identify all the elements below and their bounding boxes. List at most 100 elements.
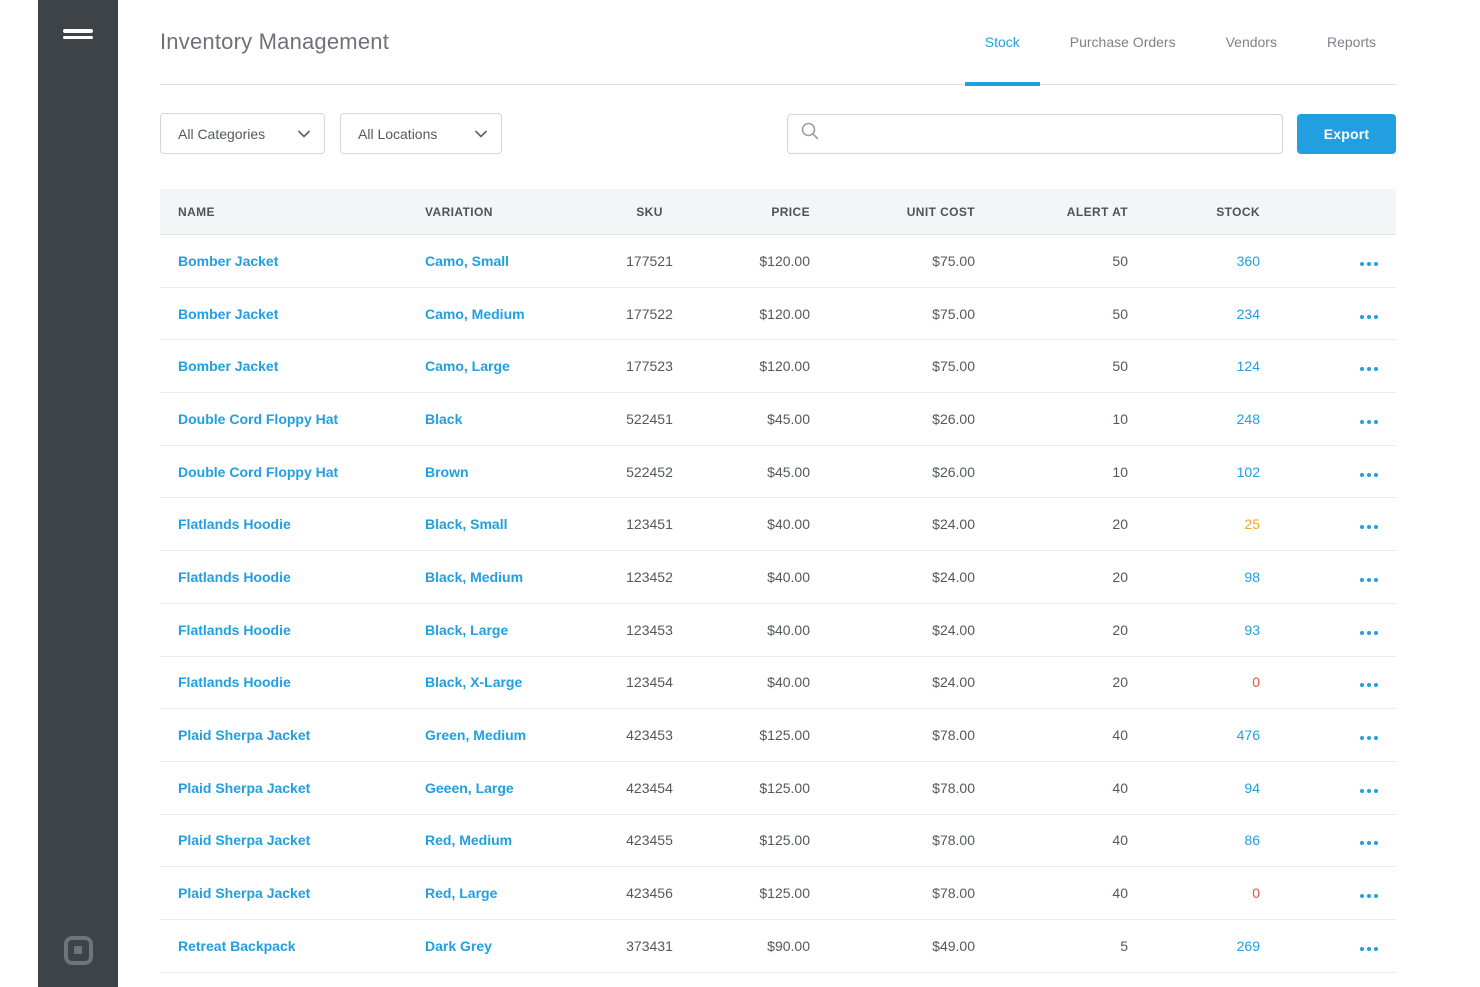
item-name-link[interactable]: Flatlands Hoodie [178, 569, 291, 585]
row-actions-ellipsis-icon[interactable] [1360, 736, 1378, 740]
item-stock-link[interactable]: 98 [1244, 569, 1260, 585]
export-button[interactable]: Export [1297, 114, 1396, 154]
item-variation-link[interactable]: Dark Grey [425, 938, 492, 954]
item-stock-link[interactable]: 94 [1244, 780, 1260, 796]
search-input[interactable] [828, 115, 1272, 153]
item-variation-link[interactable]: Geeen, Large [425, 780, 514, 796]
row-actions-ellipsis-icon[interactable] [1360, 420, 1378, 424]
item-sku: 177521 [585, 253, 700, 269]
table-row: Flatlands Hoodie Black, Large 123453 $40… [160, 604, 1396, 657]
tab-reports[interactable]: Reports [1307, 0, 1396, 85]
item-name-link[interactable]: Flatlands Hoodie [178, 516, 291, 532]
item-variation-link[interactable]: Camo, Large [425, 358, 510, 374]
table-row: Bomber Jacket Camo, Medium 177522 $120.0… [160, 288, 1396, 341]
item-name-link[interactable]: Plaid Sherpa Jacket [178, 780, 310, 796]
item-name-link[interactable]: Plaid Sherpa Jacket [178, 832, 310, 848]
item-alert-at: 40 [995, 727, 1148, 743]
row-actions-ellipsis-icon[interactable] [1360, 631, 1378, 635]
item-stock-link[interactable]: 93 [1244, 622, 1260, 638]
item-unit-cost: $75.00 [830, 306, 995, 322]
item-variation-link[interactable]: Black, Large [425, 622, 508, 638]
table-row: Bomber Jacket Camo, Small 177521 $120.00… [160, 235, 1396, 288]
item-stock-link[interactable]: 102 [1237, 464, 1260, 480]
item-sku: 423455 [585, 832, 700, 848]
item-variation-link[interactable]: Camo, Small [425, 253, 509, 269]
item-unit-cost: $26.00 [830, 411, 995, 427]
item-alert-at: 50 [995, 253, 1148, 269]
item-variation-link[interactable]: Black, X-Large [425, 674, 522, 690]
item-price: $125.00 [700, 885, 830, 901]
table-row: Plaid Sherpa Jacket Red, Medium 423455 $… [160, 815, 1396, 868]
sidebar [38, 0, 118, 987]
hamburger-menu-icon[interactable] [63, 29, 93, 42]
item-stock-link[interactable]: 0 [1252, 885, 1260, 901]
item-alert-at: 5 [995, 938, 1148, 954]
item-name-link[interactable]: Flatlands Hoodie [178, 622, 291, 638]
square-logo-icon[interactable] [64, 936, 93, 965]
item-name-link[interactable]: Double Cord Floppy Hat [178, 464, 338, 480]
item-price: $125.00 [700, 780, 830, 796]
item-stock-link[interactable]: 86 [1244, 832, 1260, 848]
table-row: Retreat Backpack Dark Grey 373431 $90.00… [160, 920, 1396, 973]
item-name-link[interactable]: Bomber Jacket [178, 306, 278, 322]
table-row: Bomber Jacket Camo, Large 177523 $120.00… [160, 340, 1396, 393]
row-actions-ellipsis-icon[interactable] [1360, 947, 1378, 951]
item-sku: 423456 [585, 885, 700, 901]
row-actions-ellipsis-icon[interactable] [1360, 841, 1378, 845]
item-stock-link[interactable]: 269 [1237, 938, 1260, 954]
item-variation-link[interactable]: Red, Large [425, 885, 497, 901]
row-actions-ellipsis-icon[interactable] [1360, 683, 1378, 687]
item-name-link[interactable]: Plaid Sherpa Jacket [178, 885, 310, 901]
search-icon [801, 122, 819, 145]
row-actions-ellipsis-icon[interactable] [1360, 578, 1378, 582]
item-name-link[interactable]: Double Cord Floppy Hat [178, 411, 338, 427]
tab-purchase-orders[interactable]: Purchase Orders [1050, 0, 1196, 85]
item-price: $45.00 [700, 411, 830, 427]
item-variation-link[interactable]: Brown [425, 464, 469, 480]
row-actions-ellipsis-icon[interactable] [1360, 367, 1378, 371]
row-actions-ellipsis-icon[interactable] [1360, 473, 1378, 477]
item-stock-link[interactable]: 360 [1237, 253, 1260, 269]
table-body: Bomber Jacket Camo, Small 177521 $120.00… [160, 235, 1396, 973]
item-name-link[interactable]: Plaid Sherpa Jacket [178, 727, 310, 743]
item-alert-at: 20 [995, 674, 1148, 690]
row-actions-ellipsis-icon[interactable] [1360, 315, 1378, 319]
table-row: Flatlands Hoodie Black, Small 123451 $40… [160, 498, 1396, 551]
item-name-link[interactable]: Bomber Jacket [178, 358, 278, 374]
item-price: $90.00 [700, 938, 830, 954]
row-actions-ellipsis-icon[interactable] [1360, 894, 1378, 898]
item-unit-cost: $78.00 [830, 780, 995, 796]
item-stock-link[interactable]: 248 [1237, 411, 1260, 427]
category-filter-dropdown[interactable]: All Categories [160, 113, 325, 154]
item-stock-link[interactable]: 476 [1237, 727, 1260, 743]
chevron-down-icon [298, 130, 310, 138]
item-unit-cost: $24.00 [830, 516, 995, 532]
item-variation-link[interactable]: Black, Small [425, 516, 508, 532]
item-unit-cost: $24.00 [830, 674, 995, 690]
item-variation-link[interactable]: Black, Medium [425, 569, 523, 585]
location-filter-dropdown[interactable]: All Locations [340, 113, 502, 154]
row-actions-ellipsis-icon[interactable] [1360, 525, 1378, 529]
item-sku: 423453 [585, 727, 700, 743]
column-header-name: NAME [160, 205, 417, 219]
item-stock-link[interactable]: 234 [1237, 306, 1260, 322]
item-alert-at: 10 [995, 464, 1148, 480]
item-unit-cost: $26.00 [830, 464, 995, 480]
item-variation-link[interactable]: Camo, Medium [425, 306, 525, 322]
item-name-link[interactable]: Flatlands Hoodie [178, 674, 291, 690]
item-name-link[interactable]: Retreat Backpack [178, 938, 296, 954]
item-unit-cost: $78.00 [830, 885, 995, 901]
item-stock-link[interactable]: 0 [1252, 674, 1260, 690]
item-variation-link[interactable]: Green, Medium [425, 727, 526, 743]
tab-vendors[interactable]: Vendors [1206, 0, 1297, 85]
item-stock-link[interactable]: 25 [1244, 516, 1260, 532]
item-unit-cost: $49.00 [830, 938, 995, 954]
item-variation-link[interactable]: Black [425, 411, 462, 427]
row-actions-ellipsis-icon[interactable] [1360, 789, 1378, 793]
item-stock-link[interactable]: 124 [1237, 358, 1260, 374]
inventory-table: NAME VARIATION SKU PRICE UNIT COST ALERT… [160, 189, 1396, 973]
item-variation-link[interactable]: Red, Medium [425, 832, 512, 848]
row-actions-ellipsis-icon[interactable] [1360, 262, 1378, 266]
item-name-link[interactable]: Bomber Jacket [178, 253, 278, 269]
tab-stock[interactable]: Stock [965, 0, 1040, 85]
